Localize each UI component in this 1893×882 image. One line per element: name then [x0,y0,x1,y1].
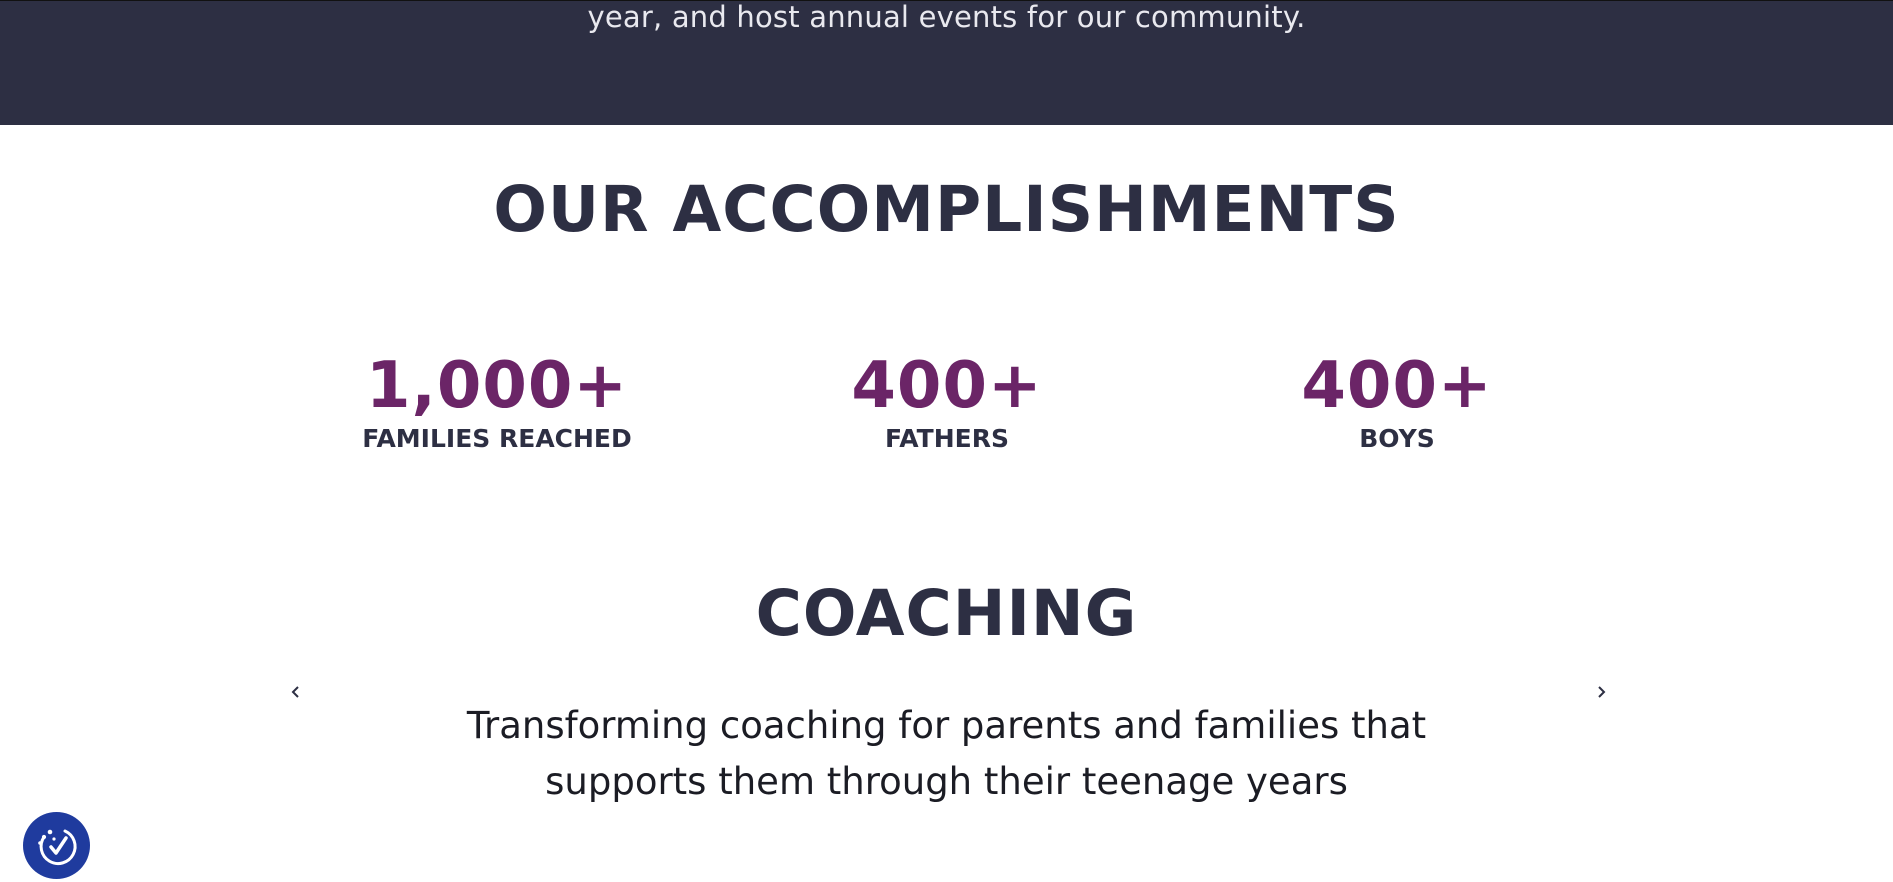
stat-boys: 400+ BOYS [1172,350,1622,454]
stat-value: 1,000+ [365,349,629,423]
accomplishments-title: OUR ACCOMPLISHMENTS [493,173,1400,246]
coaching-title: COACHING [755,577,1138,650]
coaching-description: Transforming coaching for parents and fa… [0,698,1893,810]
stat-label: FAMILIES REACHED [362,424,632,453]
stat-value: 400+ [1301,349,1493,423]
stat-fathers: 400+ FATHERS [722,350,1172,454]
coaching-line: supports them through their teenage year… [545,760,1348,803]
coaching-line: Transforming coaching for parents and fa… [466,704,1427,747]
stat-label: BOYS [1359,424,1435,453]
stat-value: 400+ [851,349,1043,423]
stat-families-reached: 1,000+ FAMILIES REACHED [272,350,722,454]
intro-text: year, and host annual events for our com… [587,0,1306,34]
accessibility-icon [37,829,77,865]
accessibility-button[interactable] [23,812,90,879]
stat-label: FATHERS [885,424,1009,453]
intro-band: year, and host annual events for our com… [0,0,1893,125]
